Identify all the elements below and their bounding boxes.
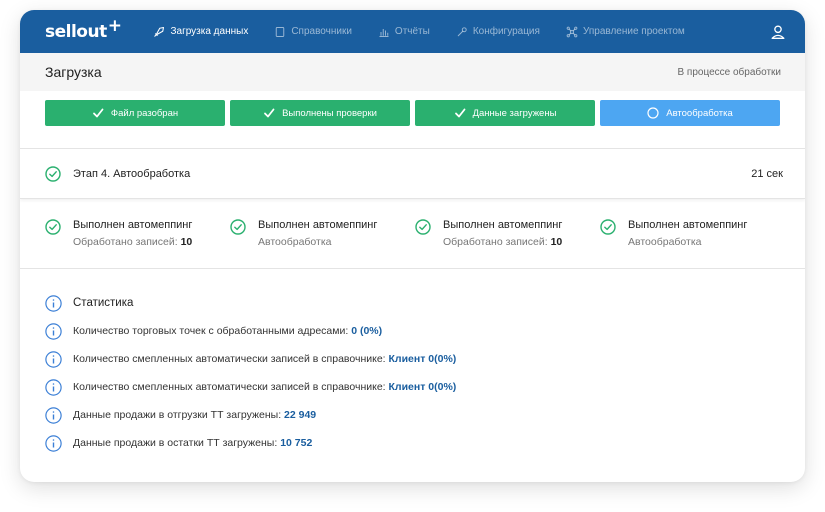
wrench-icon: [457, 26, 467, 36]
logo-text: sellout: [45, 21, 107, 42]
stage-row: Этап 4. Автообработка 21 сек: [20, 149, 805, 199]
rocket-icon: [154, 26, 165, 37]
page-title: Загрузка: [45, 64, 102, 80]
automapping-title: Выполнен автомеппинг: [628, 219, 748, 231]
main-card: sellout + Загрузка данных Справочники Отч…: [20, 10, 805, 482]
check-circle-icon: [415, 219, 431, 235]
automapping-value: 10: [550, 236, 563, 248]
info-icon: [45, 378, 62, 396]
stat-value: 0 (0%): [351, 325, 383, 337]
step-label: Файл разобран: [110, 107, 179, 119]
automapping-item: Выполнен автомеппинг Автообработка: [600, 218, 785, 268]
automapping-sub-text: Обработано записей:: [443, 236, 548, 248]
nav-item-project-management[interactable]: Управление проектом: [566, 26, 685, 38]
automapping-item: Выполнен автомеппинг Автообработка: [230, 218, 415, 268]
stat-label: Количество торговых точек с обработанным…: [73, 325, 349, 337]
nav-item-label: Управление проектом: [582, 26, 685, 37]
stage-time: 21 сек: [751, 167, 783, 180]
check-circle-icon: [45, 165, 61, 182]
step-data-loaded: Данные загружены: [415, 100, 595, 126]
step-checks-done: Выполнены проверки: [230, 100, 410, 126]
automapping-sub-text: Автообработка: [628, 236, 702, 248]
stat-row: Количество торговых точек с обработанным…: [45, 317, 805, 345]
nav-item-label: Справочники: [291, 26, 352, 37]
stat-label: Данные продажи в остатки ТТ загружены:: [73, 437, 278, 449]
status-text: В процессе обработки: [677, 66, 781, 78]
statistics-title: Статистика: [73, 297, 134, 309]
stat-text: Количество смепленных автоматически запи…: [73, 381, 456, 393]
check-circle-icon: [230, 219, 246, 235]
automapping-sub: Обработано записей: 10: [73, 235, 192, 249]
info-icon: [45, 322, 62, 340]
stat-row: Количество смепленных автоматически запи…: [45, 373, 805, 401]
nav-item-data-upload[interactable]: Загрузка данных: [153, 26, 248, 38]
step-auto-processing: Автообработка: [600, 100, 780, 126]
nav-item-label: Отчёты: [394, 26, 430, 37]
circle-icon: [647, 107, 659, 119]
stat-text: Количество смепленных автоматически запи…: [73, 353, 456, 365]
stat-row: Данные продажи в остатки ТТ загружены: 1…: [45, 429, 805, 457]
stage-info: Этап 4. Автообработка: [45, 165, 191, 182]
stat-row: Количество смепленных автоматически запи…: [45, 345, 805, 373]
automapping-sub: Автообработка: [628, 235, 747, 249]
automapping-value: 10: [180, 236, 193, 248]
stat-label: Количество смепленных автоматически запи…: [73, 381, 386, 393]
nav-item-reports[interactable]: Отчёты: [378, 26, 430, 38]
stat-label: Данные продажи в отгрузки ТТ загружены:: [73, 409, 282, 421]
stat-row: Данные продажи в отгрузки ТТ загружены: …: [45, 401, 805, 429]
automapping-item: Выполнен автомеппинг Обработано записей:…: [45, 218, 230, 268]
stat-value: Клиент 0(0%): [388, 353, 457, 365]
page-header: Загрузка В процессе обработки: [20, 53, 805, 91]
progress-steps: Файл разобран Выполнены проверки Данные …: [20, 91, 805, 149]
stat-value: Клиент 0(0%): [388, 381, 457, 393]
nav-item-configuration[interactable]: Конфигурация: [456, 26, 540, 38]
stage-label: Этап 4. Автообработка: [73, 167, 191, 180]
automapping-item: Выполнен автомеппинг Обработано записей:…: [415, 218, 600, 268]
nav-item-directories[interactable]: Справочники: [274, 26, 352, 38]
nav-item-label: Конфигурация: [472, 26, 540, 37]
check-icon: [92, 108, 104, 118]
automapping-title: Выполнен автомеппинг: [73, 219, 193, 231]
statistics-section: Статистика Количество торговых точек с о…: [20, 269, 805, 457]
automapping-title: Выполнен автомеппинг: [443, 219, 563, 231]
automapping-title: Выполнен автомеппинг: [258, 219, 378, 231]
logo[interactable]: sellout +: [45, 16, 122, 42]
book-icon: [276, 26, 285, 37]
step-label: Автообработка: [666, 107, 733, 119]
info-icon: [45, 434, 62, 452]
automapping-sub: Автообработка: [258, 235, 377, 249]
info-icon: [45, 406, 62, 424]
statistics-header: Статистика: [45, 289, 805, 317]
network-icon: [566, 26, 578, 37]
stat-text: Данные продажи в остатки ТТ загружены: 1…: [73, 437, 312, 449]
stat-value: 10 752: [280, 437, 313, 449]
check-circle-icon: [600, 219, 616, 235]
check-icon: [264, 108, 275, 118]
automapping-sub-text: Автообработка: [258, 236, 332, 248]
nav-menu: Загрузка данных Справочники Отчёты Конфи…: [153, 26, 769, 38]
check-icon: [454, 108, 465, 118]
bar-chart-icon: [379, 28, 389, 37]
automapping-sub: Обработано записей: 10: [443, 235, 562, 249]
info-icon: [45, 294, 62, 312]
stat-value: 22 949: [284, 409, 317, 421]
step-file-parsed: Файл разобран: [45, 100, 225, 126]
step-label: Данные загружены: [472, 107, 557, 119]
logo-plus: +: [107, 15, 122, 36]
info-icon: [45, 350, 62, 368]
stat-text: Данные продажи в отгрузки ТТ загружены: …: [73, 409, 316, 421]
nav-item-label: Загрузка данных: [170, 26, 249, 37]
stat-text: Количество торговых точек с обработанным…: [73, 325, 382, 337]
automapping-sub-text: Обработано записей:: [73, 236, 178, 248]
user-icon[interactable]: [769, 23, 787, 41]
stat-label: Количество смепленных автоматически запи…: [73, 353, 386, 365]
step-label: Выполнены проверки: [282, 107, 377, 119]
automapping-results: Выполнен автомеппинг Обработано записей:…: [20, 199, 805, 269]
top-navigation: sellout + Загрузка данных Справочники Отч…: [20, 10, 805, 53]
check-circle-icon: [45, 219, 61, 235]
